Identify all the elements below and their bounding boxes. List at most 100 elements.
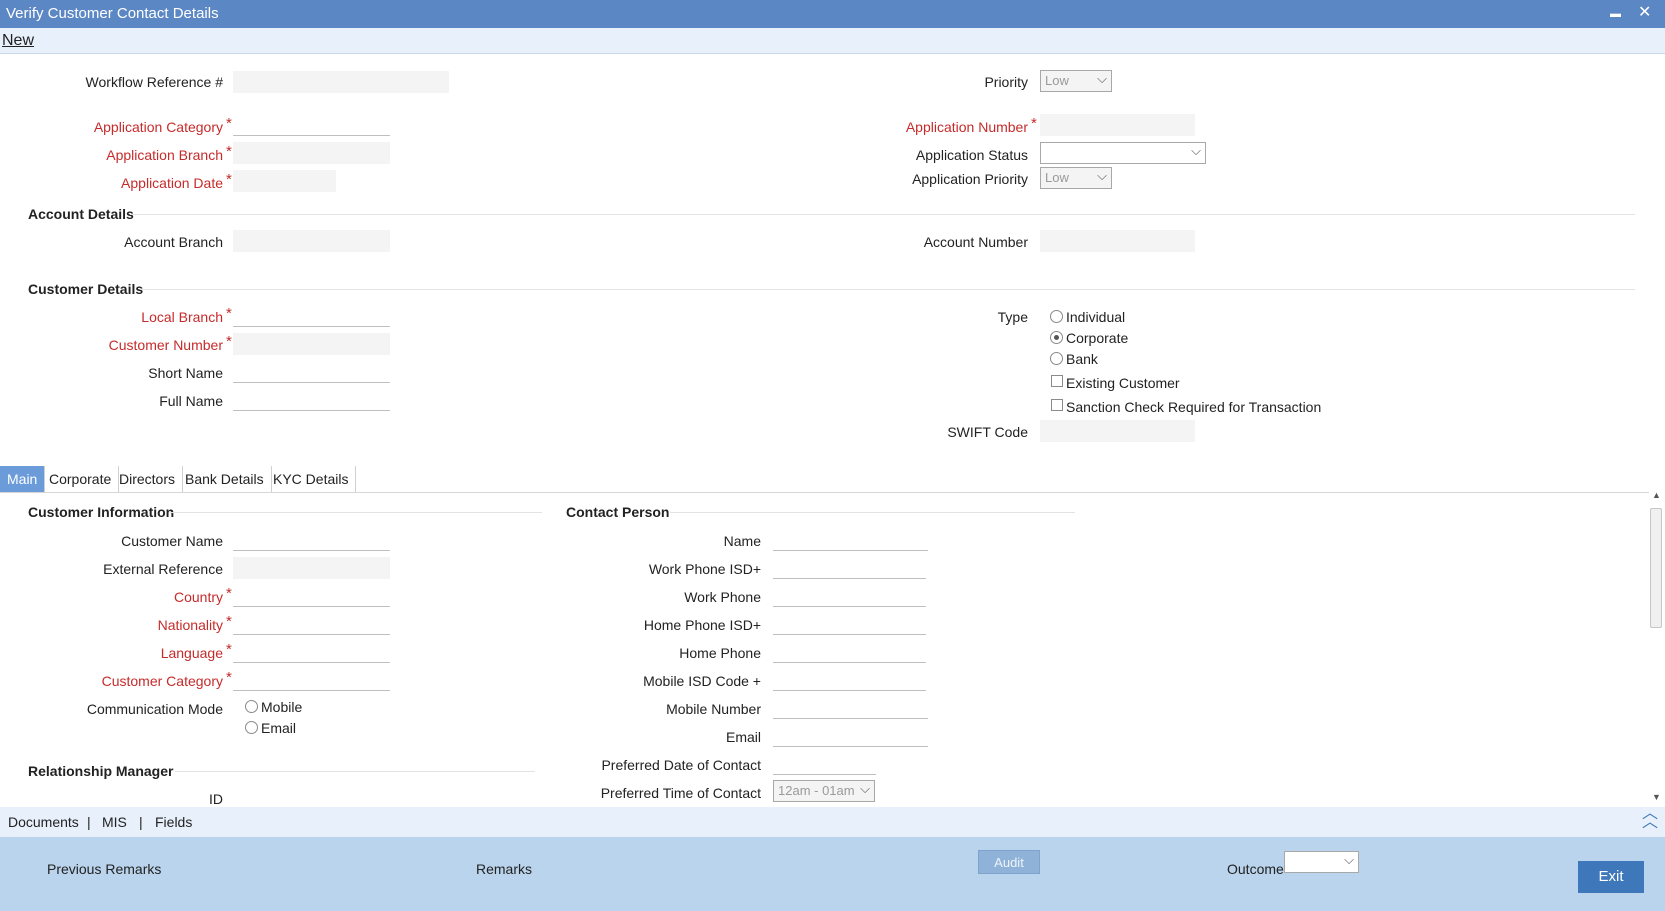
- scroll-up-arrow-icon[interactable]: ▲: [1652, 490, 1661, 500]
- customer-category-field[interactable]: [233, 669, 390, 691]
- scrollbar-thumb[interactable]: [1650, 508, 1662, 628]
- swift-code-label: SWIFT Code: [947, 424, 1028, 440]
- remarks-label[interactable]: Remarks: [476, 861, 532, 877]
- customer-details-title: Customer Details: [28, 281, 144, 297]
- vertical-scrollbar[interactable]: ▲ ▼: [1649, 490, 1663, 805]
- language-field[interactable]: [233, 641, 390, 663]
- application-date-field[interactable]: [233, 170, 336, 192]
- tab-corporate[interactable]: Corporate: [42, 466, 120, 492]
- cp-name-field[interactable]: [773, 529, 928, 551]
- application-priority-label: Application Priority: [912, 171, 1028, 187]
- application-status-select[interactable]: ⌵: [1040, 142, 1206, 164]
- local-branch-label: Local Branch: [141, 309, 223, 325]
- priority-value: Low: [1045, 73, 1069, 88]
- workflow-ref-field[interactable]: [233, 71, 449, 93]
- section-divider: [670, 512, 1075, 513]
- customer-name-field[interactable]: [233, 529, 390, 551]
- tab-directors[interactable]: Directors: [112, 466, 184, 492]
- section-divider: [175, 771, 535, 772]
- double-chevron-up-icon[interactable]: ︿ ︿: [1642, 806, 1658, 831]
- nationality-field[interactable]: [233, 613, 390, 635]
- documents-link[interactable]: Documents: [8, 814, 79, 830]
- existing-customer-checkbox[interactable]: [1051, 375, 1063, 387]
- application-number-field[interactable]: [1040, 114, 1195, 136]
- work-phone-isd-field[interactable]: [773, 557, 926, 579]
- comm-email-radio[interactable]: [245, 721, 258, 734]
- application-priority-select[interactable]: Low ⌵: [1040, 167, 1112, 189]
- type-bank-radio[interactable]: [1050, 352, 1063, 365]
- required-mark: *: [226, 171, 232, 188]
- exit-button[interactable]: Exit: [1578, 861, 1644, 893]
- country-field[interactable]: [233, 585, 390, 607]
- new-link[interactable]: New: [2, 32, 34, 50]
- work-phone-isd-label: Work Phone ISD+: [648, 561, 761, 577]
- workflow-ref-label: Workflow Reference #: [85, 74, 223, 90]
- window-title: Verify Customer Contact Details: [6, 5, 219, 22]
- type-individual-label: Individual: [1066, 309, 1126, 325]
- cp-email-field[interactable]: [773, 725, 928, 747]
- nationality-label: Nationality: [157, 617, 223, 633]
- required-mark: *: [226, 143, 232, 160]
- preferred-time-label: Preferred Time of Contact: [600, 785, 761, 801]
- scroll-down-arrow-icon[interactable]: ▼: [1652, 792, 1661, 802]
- application-priority-value: Low: [1045, 170, 1069, 185]
- account-branch-label: Account Branch: [124, 234, 223, 250]
- comm-mobile-radio[interactable]: [245, 700, 258, 713]
- audit-button[interactable]: Audit: [978, 850, 1040, 874]
- section-divider: [170, 512, 542, 513]
- section-divider: [140, 289, 1635, 290]
- application-date-label: Application Date: [121, 175, 223, 191]
- type-corporate-radio[interactable]: [1050, 331, 1063, 344]
- mobile-isd-field[interactable]: [773, 669, 926, 691]
- tab-kyc-details[interactable]: KYC Details: [266, 466, 357, 492]
- cp-name-label: Name: [723, 533, 761, 549]
- close-icon[interactable]: ✕: [1638, 2, 1651, 22]
- language-label: Language: [160, 645, 223, 661]
- chevron-down-icon: ⌵: [1097, 168, 1107, 183]
- application-category-field[interactable]: [233, 114, 390, 136]
- preferred-date-field[interactable]: [773, 753, 876, 775]
- mobile-number-field[interactable]: [773, 697, 928, 719]
- tab-bank-details[interactable]: Bank Details: [178, 466, 272, 492]
- short-name-field[interactable]: [233, 361, 390, 383]
- preferred-time-select[interactable]: 12am - 01am ⌵: [773, 780, 875, 802]
- application-status-label: Application Status: [915, 147, 1028, 163]
- tab-underline: [0, 492, 1650, 493]
- preferred-date-label: Preferred Date of Contact: [601, 757, 761, 773]
- application-branch-field[interactable]: [233, 142, 390, 164]
- subsystem-links-bar: Documents | MIS | Fields ︿ ︿: [0, 806, 1665, 837]
- external-reference-field[interactable]: [233, 557, 390, 579]
- local-branch-field[interactable]: [233, 305, 390, 327]
- customer-category-label: Customer Category: [101, 673, 223, 689]
- home-phone-field[interactable]: [773, 641, 926, 663]
- cp-email-label: Email: [725, 729, 761, 745]
- outcome-select[interactable]: ⌵: [1284, 851, 1359, 873]
- priority-select[interactable]: Low ⌵: [1040, 70, 1112, 92]
- application-branch-label: Application Branch: [106, 147, 223, 163]
- type-individual-radio[interactable]: [1050, 310, 1063, 323]
- mis-link[interactable]: MIS: [102, 814, 127, 830]
- chevron-down-icon: ⌵: [1344, 852, 1354, 867]
- type-corporate-label: Corporate: [1066, 330, 1129, 346]
- sanction-check-label: Sanction Check Required for Transaction: [1066, 399, 1322, 415]
- fields-link[interactable]: Fields: [155, 814, 192, 830]
- work-phone-field[interactable]: [773, 585, 926, 607]
- home-phone-isd-field[interactable]: [773, 613, 926, 635]
- type-label: Type: [997, 309, 1028, 325]
- account-branch-field[interactable]: [233, 230, 390, 252]
- communication-mode-label: Communication Mode: [86, 701, 223, 717]
- customer-number-label: Customer Number: [108, 337, 223, 353]
- account-number-field[interactable]: [1040, 230, 1195, 252]
- full-name-field[interactable]: [233, 389, 390, 411]
- previous-remarks-label[interactable]: Previous Remarks: [47, 861, 161, 877]
- contact-person-title: Contact Person: [566, 504, 670, 520]
- customer-number-field[interactable]: [233, 333, 390, 355]
- swift-code-field[interactable]: [1040, 420, 1195, 442]
- tab-main[interactable]: Main: [0, 466, 46, 492]
- application-category-label: Application Category: [93, 119, 223, 135]
- sanction-check-checkbox[interactable]: [1051, 399, 1063, 411]
- mobile-isd-label: Mobile ISD Code +: [643, 673, 761, 689]
- required-mark: *: [226, 333, 232, 350]
- comm-email-label: Email: [261, 720, 297, 736]
- minimize-icon[interactable]: ▬: [1610, 8, 1621, 20]
